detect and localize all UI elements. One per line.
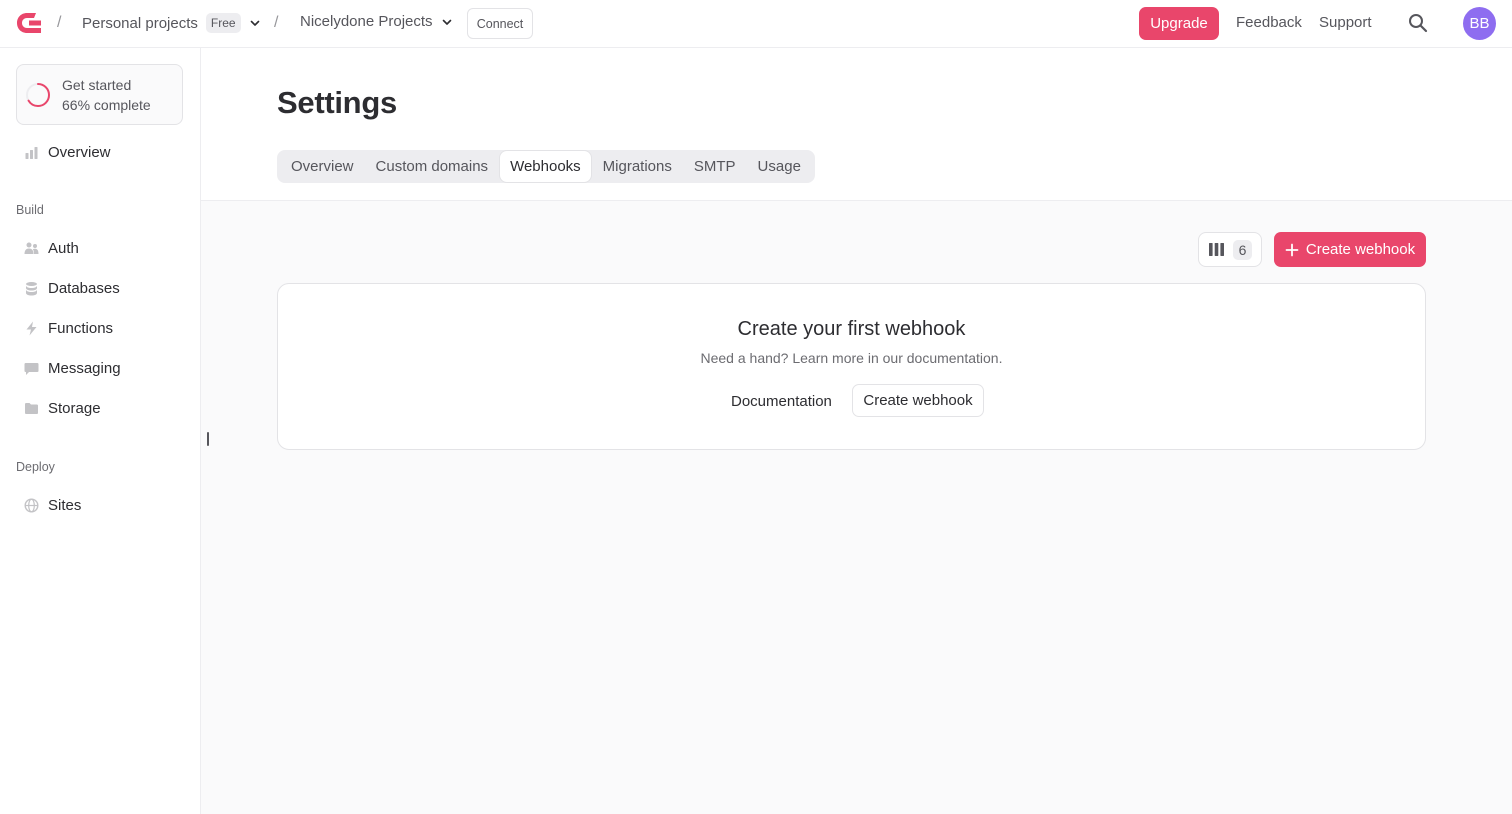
lightning-icon	[26, 321, 37, 335]
org-name: Personal projects	[82, 14, 198, 32]
chat-icon	[24, 362, 39, 375]
top-bar: / Personal projects Free / Nicelydone Pr…	[0, 0, 1512, 48]
sidebar-item-auth[interactable]: Auth	[16, 232, 185, 264]
sidebar-item-label: Functions	[48, 319, 114, 337]
database-icon	[26, 281, 37, 295]
sidebar: Get started 66% complete Overview Build …	[0, 48, 201, 814]
org-switcher[interactable]: Personal projects Free	[82, 13, 261, 33]
globe-icon	[24, 497, 39, 513]
tab-smtp[interactable]: SMTP	[684, 151, 746, 182]
section-label-build: Build	[16, 203, 44, 217]
breadcrumb-separator: /	[57, 14, 62, 31]
plus-icon	[1285, 243, 1299, 256]
columns-count-badge: 6	[1232, 239, 1253, 260]
sidebar-item-sites[interactable]: Sites	[16, 489, 185, 521]
users-icon	[24, 242, 39, 254]
empty-create-webhook-button[interactable]: Create webhook	[852, 384, 984, 417]
project-name: Nicelydone Projects	[300, 13, 433, 30]
chevron-down-icon	[250, 20, 259, 26]
sidebar-item-label: Sites	[48, 496, 82, 514]
sidebar-item-label: Storage	[48, 399, 101, 417]
appwrite-logo-icon[interactable]	[16, 12, 42, 34]
empty-state-card: Create your first webhook Need a hand? L…	[277, 283, 1426, 450]
tab-webhooks[interactable]: Webhooks	[500, 151, 591, 182]
progress-ring	[26, 82, 50, 107]
empty-state-title: Create your first webhook	[737, 318, 966, 340]
sidebar-item-functions[interactable]: Functions	[16, 312, 185, 344]
get-started-title: Get started	[62, 76, 132, 93]
tab-usage[interactable]: Usage	[748, 151, 811, 182]
sidebar-item-storage[interactable]: Storage	[16, 392, 185, 424]
project-switcher[interactable]: Nicelydone Projects	[300, 13, 453, 30]
avatar[interactable]: BB	[1463, 7, 1496, 40]
chevron-down-icon	[442, 19, 451, 25]
create-webhook-button[interactable]: Create webhook	[1274, 232, 1426, 267]
sidebar-item-databases[interactable]: Databases	[16, 272, 185, 304]
tab-custom-domains[interactable]: Custom domains	[366, 151, 499, 182]
sidebar-resize-handle[interactable]	[207, 432, 209, 446]
sidebar-item-overview[interactable]: Overview	[16, 136, 185, 168]
columns-icon	[1208, 243, 1224, 256]
tab-overview[interactable]: Overview	[281, 151, 364, 182]
create-webhook-label: Create webhook	[1305, 241, 1416, 258]
sidebar-item-label: Databases	[48, 279, 120, 297]
support-link[interactable]: Support	[1319, 14, 1372, 31]
breadcrumb-separator: /	[274, 14, 279, 31]
upgrade-button[interactable]: Upgrade	[1139, 7, 1219, 40]
empty-state-subtitle: Need a hand? Learn more in our documenta…	[700, 350, 1003, 366]
sidebar-item-messaging[interactable]: Messaging	[16, 352, 185, 384]
get-started-progress: 66% complete	[62, 96, 151, 113]
get-started-card[interactable]: Get started 66% complete	[16, 64, 183, 125]
bar-chart-icon	[25, 146, 38, 159]
section-label-deploy: Deploy	[16, 460, 55, 474]
sidebar-item-label: Messaging	[48, 359, 121, 377]
feedback-link[interactable]: Feedback	[1236, 14, 1302, 31]
plan-badge: Free	[205, 13, 241, 33]
documentation-link[interactable]: Documentation	[731, 393, 832, 410]
tab-migrations[interactable]: Migrations	[593, 151, 682, 182]
search-icon[interactable]	[1408, 13, 1428, 33]
page-title: Settings	[277, 85, 397, 120]
folder-icon	[25, 402, 38, 414]
sidebar-item-label: Overview	[48, 143, 111, 161]
columns-button[interactable]: 6	[1198, 232, 1262, 267]
page-header: Settings Overview Custom domains Webhook…	[201, 48, 1512, 201]
connect-button[interactable]: Connect	[467, 8, 533, 39]
sidebar-item-label: Auth	[48, 239, 79, 257]
settings-tabs: Overview Custom domains Webhooks Migrati…	[277, 150, 815, 183]
